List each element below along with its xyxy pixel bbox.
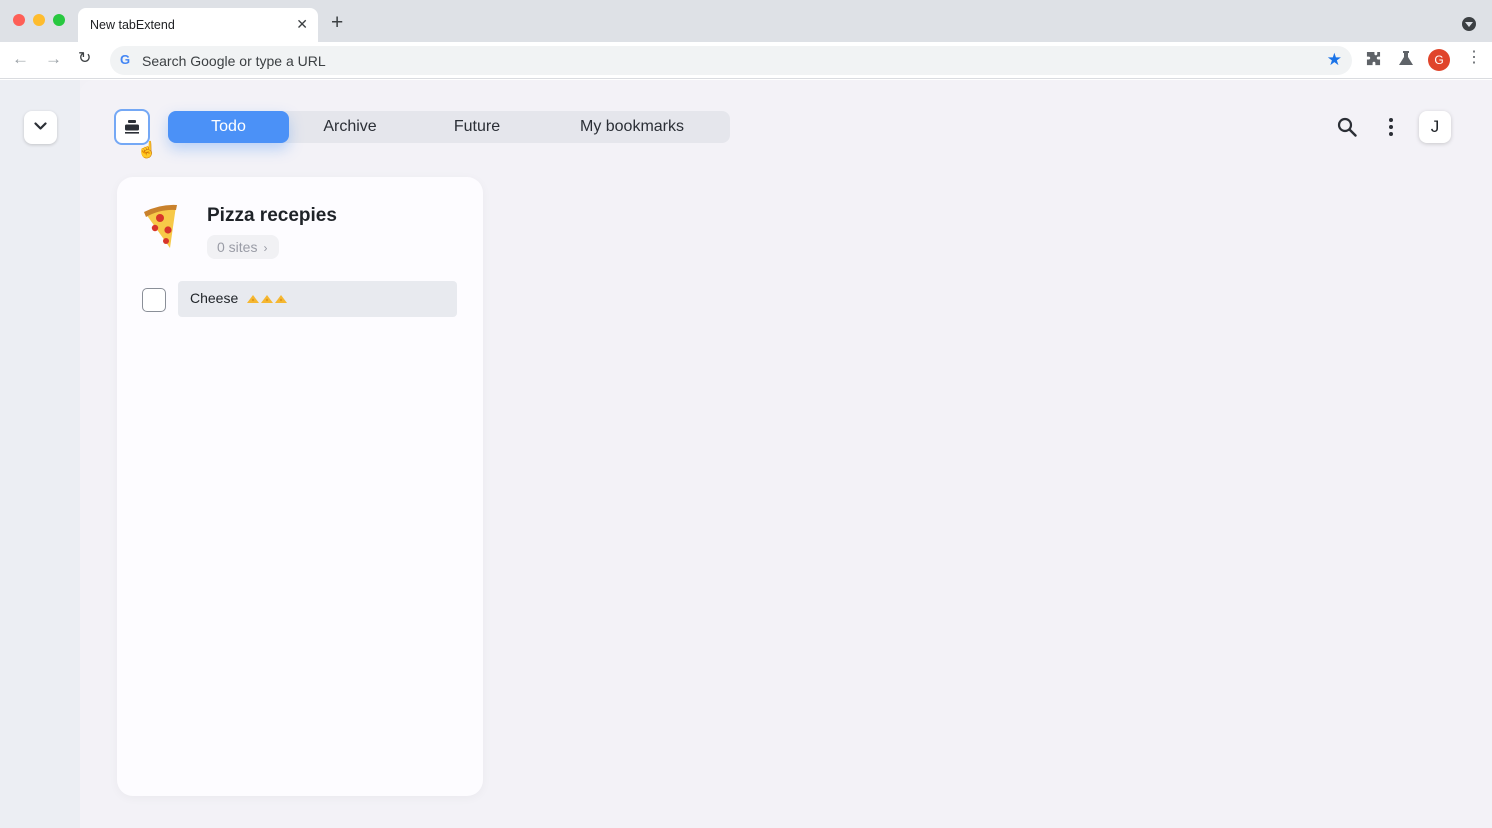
browser-toolbar: ← → ↻ G Search Google or type a URL ★ G … [0,42,1492,79]
chevron-down-icon [34,122,47,130]
hand-cursor-icon: ☝ [137,142,157,159]
browser-titlebar: New tabExtend ✕ + [0,0,1492,42]
browser-tab-title: New tabExtend [90,18,175,32]
stack-icon [125,120,139,134]
maximize-window-button[interactable] [53,14,65,26]
labs-flask-icon[interactable] [1399,51,1413,69]
minimize-window-button[interactable] [33,14,45,26]
new-tab-button[interactable]: + [331,12,343,33]
back-arrow-icon[interactable]: ← [12,50,29,67]
todo-text: Cheese [190,290,239,306]
more-options-icon[interactable] [1384,117,1398,142]
sidebar-toggle-button[interactable] [24,111,57,144]
todo-item: Cheese [142,281,458,317]
tab-archive[interactable]: Archive [290,111,410,143]
tab-my-bookmarks[interactable]: My bookmarks [548,111,716,143]
tab-todo[interactable]: Todo [168,111,289,143]
extensions-puzzle-icon[interactable] [1366,51,1381,69]
card-title[interactable]: Pizza recepies [207,205,337,227]
close-window-button[interactable] [13,14,25,26]
chevron-right-icon: › [263,241,268,255]
newtab-page: ☝ Todo Archive Future My bookmarks J Piz… [0,80,1492,828]
user-avatar-button[interactable]: J [1419,111,1451,143]
pizza-icon[interactable] [140,204,180,252]
forward-arrow-icon[interactable]: → [45,50,62,67]
space-tabs: Todo Archive Future My bookmarks [168,111,730,143]
tab-future[interactable]: Future [414,111,540,143]
search-icon[interactable] [1337,117,1357,142]
left-rail [0,80,80,828]
reload-icon[interactable]: ↻ [78,51,91,67]
bookmark-star-icon[interactable]: ★ [1327,50,1342,70]
browser-tab[interactable]: New tabExtend ✕ [78,8,318,42]
profile-avatar[interactable]: G [1428,49,1450,71]
collection-card: Pizza recepies 0 sites › Cheese [117,177,483,796]
google-g-icon: G [120,52,131,67]
close-tab-icon[interactable]: ✕ [296,16,308,33]
cheese-icon [247,295,288,304]
tab-search-icon[interactable] [1462,17,1476,31]
omnibox-placeholder[interactable]: Search Google or type a URL [142,53,326,69]
todo-text-field[interactable]: Cheese [178,281,457,317]
omnibox[interactable]: G Search Google or type a URL ★ [110,46,1352,75]
chrome-menu-icon[interactable]: ⋮ [1466,50,1482,66]
sites-count-button[interactable]: 0 sites › [207,235,280,259]
todo-checkbox[interactable] [142,288,166,312]
sites-count-label: 0 sites [217,239,258,255]
